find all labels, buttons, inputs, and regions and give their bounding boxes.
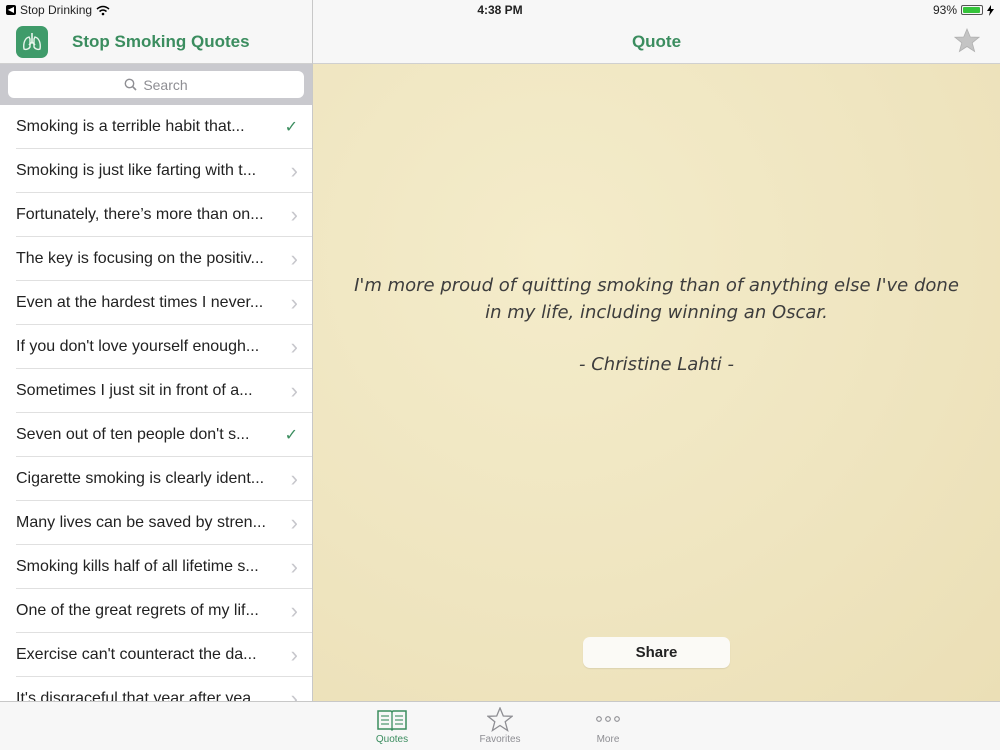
list-item[interactable]: Even at the hardest times I never... › [16, 281, 312, 325]
search-input[interactable]: Search [8, 71, 304, 98]
list-item[interactable]: Sometimes I just sit in front of a... › [16, 369, 312, 413]
lungs-icon[interactable] [16, 26, 48, 58]
tab-label: Quotes [375, 733, 409, 745]
search-bar: Search [0, 64, 312, 105]
list-item-text: Fortunately, there’s more than on... [16, 205, 264, 223]
list-item[interactable]: One of the great regrets of my lif... › [16, 589, 312, 633]
chevron-right-icon: › [290, 201, 298, 227]
quote-line: I'm more proud of quitting smoking than … [354, 275, 959, 296]
list-item-text: Smoking is just like farting with t... [16, 161, 257, 179]
star-icon [487, 707, 513, 732]
chevron-right-icon: › [290, 245, 298, 271]
share-button[interactable]: Share [583, 637, 730, 668]
tab-favorites[interactable]: Favorites [466, 707, 534, 745]
parchment-background [313, 64, 1000, 701]
status-right: 93% [933, 3, 994, 17]
wifi-icon [96, 5, 110, 15]
chevron-right-icon: › [290, 553, 298, 579]
chevron-right-icon: › [290, 333, 298, 359]
status-bar: ◀ Stop Drinking 4:38 PM 93% [0, 0, 1000, 20]
list-item-text: Seven out of ten people don't s... [16, 425, 250, 443]
list-item[interactable]: Smoking kills half of all lifetime s... › [16, 545, 312, 589]
list-item-text: Cigarette smoking is clearly ident... [16, 469, 265, 487]
list-item-text: One of the great regrets of my lif... [16, 601, 259, 619]
chevron-right-icon: › [290, 157, 298, 183]
favorite-star-icon[interactable] [953, 27, 981, 58]
tab-quotes[interactable]: Quotes [358, 708, 426, 745]
list-item-text: Sometimes I just sit in front of a... [16, 381, 253, 399]
quote-detail: Quote I'm more proud of quitting smoking… [313, 0, 1000, 701]
battery-percent: 93% [932, 3, 957, 17]
status-left: ◀ Stop Drinking [6, 3, 406, 17]
list-item-text: Even at the hardest times I never... [16, 293, 264, 311]
tab-bar: Quotes Favorites More [0, 701, 1000, 750]
list-item[interactable]: Fortunately, there’s more than on... › [16, 193, 312, 237]
list-item-text: Exercise can't counteract the da... [16, 645, 257, 663]
search-icon [124, 78, 137, 91]
list-item-text: Smoking is a terrible habit that... [16, 117, 245, 135]
quote-text: I'm more proud of quitting smoking than … [343, 272, 970, 326]
list-item-text: The key is focusing on the positiv... [16, 249, 264, 267]
chevron-right-icon: › [290, 465, 298, 491]
more-icon [596, 716, 620, 722]
list-item-text: Smoking kills half of all lifetime s... [16, 557, 259, 575]
list-item-text: If you don't love yourself enough... [16, 337, 260, 355]
battery-icon [961, 5, 983, 15]
tab-more[interactable]: More [574, 707, 642, 745]
charging-icon [987, 4, 994, 16]
chevron-right-icon: › [290, 509, 298, 535]
app-title: Stop Smoking Quotes [72, 32, 250, 51]
sidebar: Stop Smoking Quotes Search Smoking is a … [0, 0, 313, 701]
checkmark-icon: ✓ [284, 118, 298, 136]
back-app-label[interactable]: Stop Drinking [20, 3, 92, 17]
quote-author: - Christine Lahti - [579, 354, 734, 375]
tab-label: More [596, 734, 620, 745]
chevron-right-icon: › [290, 685, 298, 702]
list-item[interactable]: Smoking is just like farting with t... › [16, 149, 312, 193]
chevron-right-icon: › [290, 289, 298, 315]
checkmark-icon: ✓ [284, 426, 298, 444]
list-item-text: Many lives can be saved by stren... [16, 513, 266, 531]
book-icon [377, 709, 407, 731]
battery-fill [963, 7, 980, 13]
list-item-text: It's disgraceful that year after yea... [16, 689, 265, 702]
list-item[interactable]: If you don't love yourself enough... › [16, 325, 312, 369]
list-item[interactable]: Many lives can be saved by stren... › [16, 501, 312, 545]
list-item[interactable]: Exercise can't counteract the da... › [16, 633, 312, 677]
quote-line: in my life, including winning an Oscar. [485, 302, 828, 323]
list-item[interactable]: Seven out of ten people don't s... ✓ [16, 413, 312, 457]
chevron-right-icon: › [290, 377, 298, 403]
page-title: Quote [631, 32, 682, 51]
chevron-right-icon: › [290, 597, 298, 623]
chevron-right-icon: › [290, 641, 298, 667]
list-item[interactable]: It's disgraceful that year after yea... › [16, 677, 312, 702]
back-arrow-icon[interactable]: ◀ [6, 5, 16, 15]
tab-label: Favorites [479, 734, 521, 745]
search-placeholder: Search [143, 76, 188, 93]
list-item[interactable]: Smoking is a terrible habit that... ✓ [16, 105, 312, 149]
quote-list: Smoking is a terrible habit that... ✓ Smok… [0, 105, 312, 701]
list-item[interactable]: Cigarette smoking is clearly ident... › [16, 457, 312, 501]
list-item[interactable]: The key is focusing on the positiv... › [16, 237, 312, 281]
